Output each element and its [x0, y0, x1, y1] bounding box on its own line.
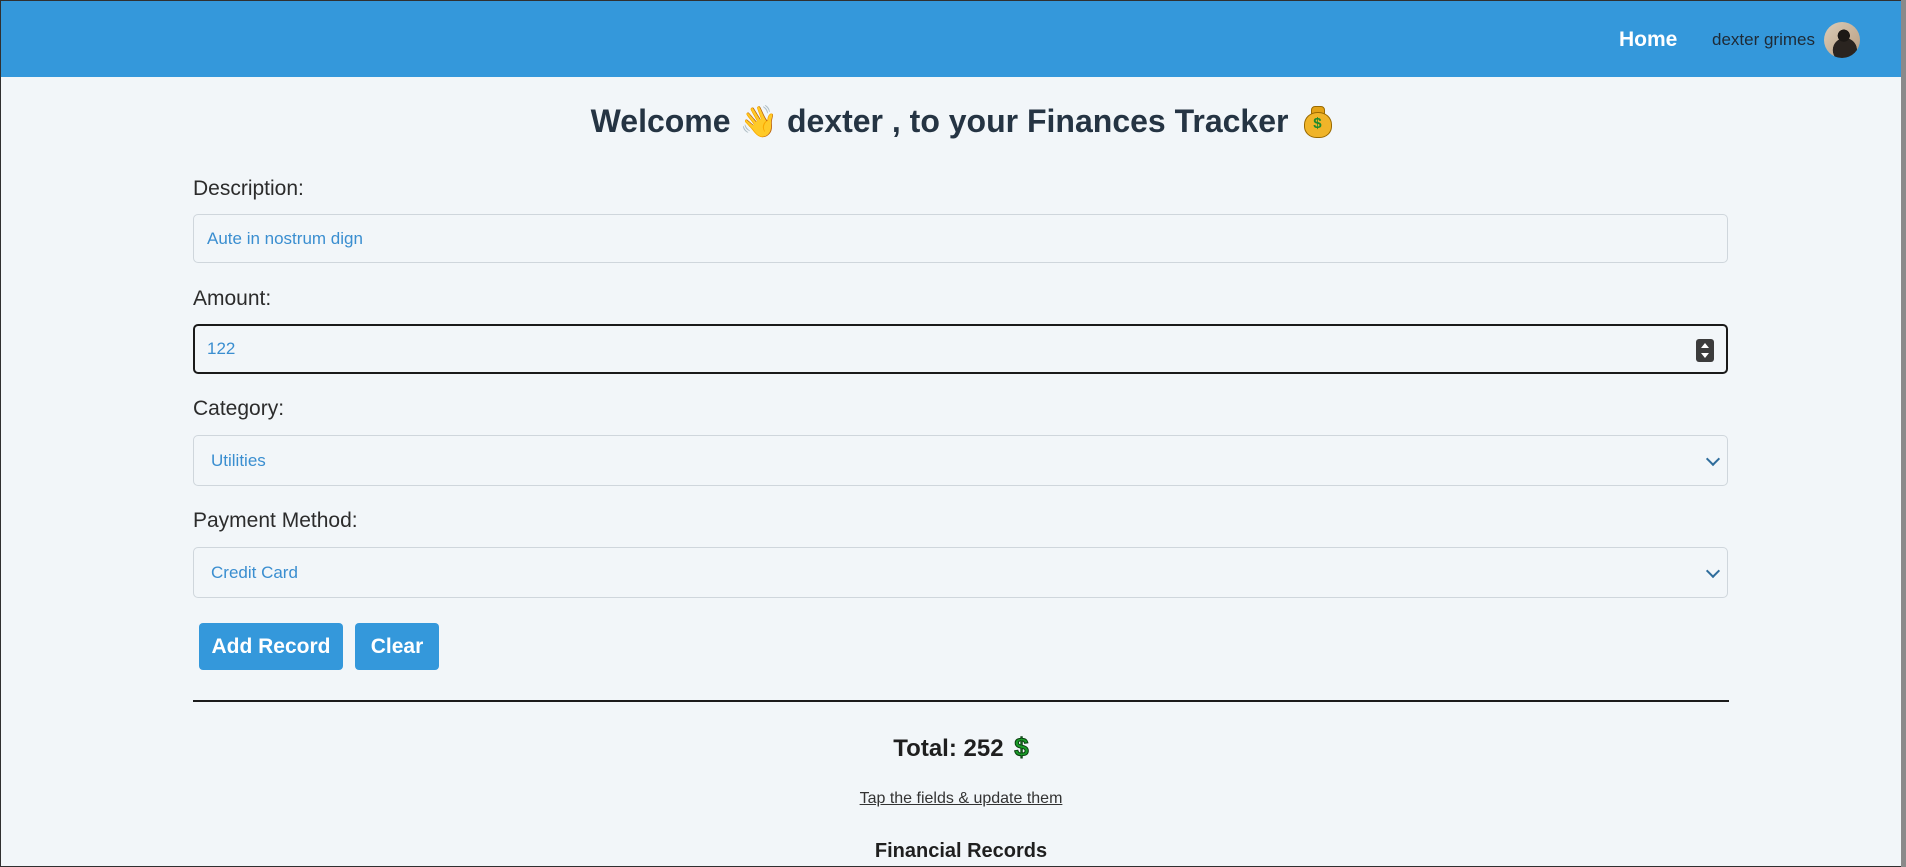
payment-method-selected-value: Credit Card: [211, 562, 298, 582]
add-record-button[interactable]: Add Record: [199, 623, 343, 670]
waving-hand-icon: 👋: [739, 104, 779, 140]
category-selected-value: Utilities: [211, 450, 266, 470]
money-bag-symbol: $: [1313, 115, 1322, 132]
category-select[interactable]: Utilities: [193, 435, 1728, 486]
app-window: Home dexter grimes Welcome 👋 dexter , to…: [0, 0, 1906, 867]
total-text: Total: 252: [893, 735, 1004, 762]
page-scrollbar[interactable]: [1901, 0, 1906, 867]
page-title: Welcome 👋 dexter , to your Finances Trac…: [1, 103, 1905, 140]
amount-label: Amount:: [193, 287, 272, 310]
user-avatar[interactable]: [1824, 22, 1860, 58]
welcome-message: dexter , to your Finances Tracker: [786, 103, 1289, 139]
chevron-down-icon: [1705, 451, 1721, 466]
amount-value: 122: [207, 339, 236, 358]
divider: [193, 700, 1729, 702]
top-navbar: Home dexter grimes: [1, 1, 1902, 77]
chevron-down-icon: [1705, 563, 1721, 578]
money-bag-icon: $: [1303, 104, 1333, 138]
payment-method-select[interactable]: Credit Card: [193, 547, 1728, 598]
nav-home-link[interactable]: Home: [1619, 28, 1677, 52]
amount-field[interactable]: 122: [193, 324, 1728, 374]
category-label: Category:: [193, 397, 285, 420]
description-field[interactable]: Aute in nostrum dign: [193, 214, 1728, 263]
total-amount: Total: 252 $: [1, 732, 1905, 763]
payment-method-label: Payment Method:: [193, 509, 358, 532]
description-value: Aute in nostrum dign: [207, 228, 363, 248]
financial-records-title: Financial Records: [874, 840, 1048, 862]
clear-button[interactable]: Clear: [355, 623, 439, 670]
user-name[interactable]: dexter grimes: [1712, 30, 1815, 50]
edit-hint-link[interactable]: Tap the fields & update them: [860, 790, 1063, 807]
number-spinner-icon[interactable]: [1696, 339, 1714, 362]
welcome-prefix: Welcome: [590, 103, 731, 139]
dollar-icon: $: [1014, 732, 1030, 763]
description-label: Description:: [193, 177, 304, 200]
edit-hint: Tap the fields & update them: [1, 790, 1905, 808]
